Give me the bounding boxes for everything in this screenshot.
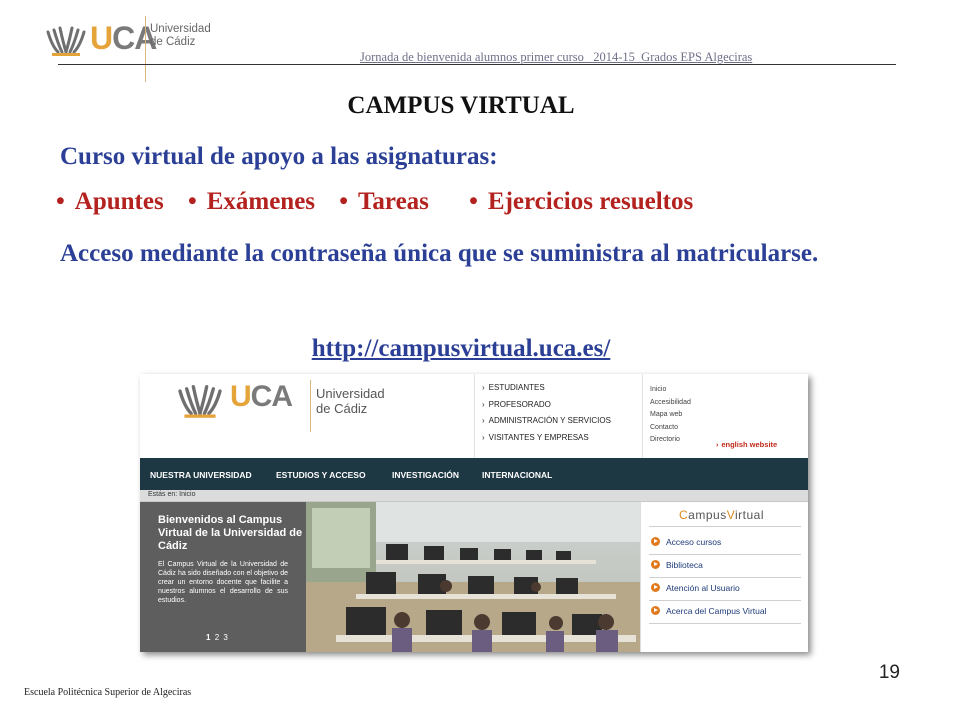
bullet-item-apuntes: Apuntes [74,188,164,215]
quick-link-mapa-web[interactable]: Mapa web [650,411,691,424]
hero-welcome-box: Bienvenidos al Campus Virtual de la Univ… [140,502,306,652]
site-header: UCA Universidad de Cádiz › ESTUDIANTES › P… [140,374,808,458]
site-logo-text[interactable]: UCA [230,380,293,414]
quick-link-inicio[interactable]: Inicio [650,386,691,399]
hero-pagination: 1 2 3 [206,633,228,642]
campus-virtual-panel: CampusVirtual Acceso cursos Biblioteca A… [640,502,808,652]
bullet-item-examenes: Exámenes [206,188,316,215]
header-rule [58,64,896,65]
panel-link-label: Biblioteca [666,560,703,570]
audience-link-administracion[interactable]: › ADMINISTRACIÓN Y SERVICIOS [482,416,611,433]
page-number: 19 [878,662,900,683]
nav-item-investigacion[interactable]: INVESTIGACIÓN [392,470,459,480]
site-main-nav: NUESTRA UNIVERSIDAD ESTUDIOS Y ACCESO IN… [140,458,808,490]
english-website-label: english website [721,440,778,449]
nav-item-nuestra-universidad[interactable]: NUESTRA UNIVERSIDAD [150,470,252,480]
nav-item-internacional[interactable]: INTERNACIONAL [482,470,552,480]
audience-links: › ESTUDIANTES › PROFESORADO › ADMINISTRACIÓ… [482,383,611,449]
audience-link-label: ADMINISTRACIÓN Y SERVICIOS [488,416,611,425]
site-logo-divider [310,380,311,432]
panel-link-label: Atención al Usuario [666,583,740,593]
hero-area: Bienvenidos al Campus Virtual de la Univ… [140,502,808,652]
bullet-dot: • [339,188,349,215]
site-logo-ca: CA [250,380,293,413]
audience-link-label: VISITANTES Y EMPRESAS [488,432,589,442]
site-logo-name-line2: de Cádiz [316,401,368,416]
slide-subtitle: Curso virtual de apoyo a las asignaturas… [60,143,498,170]
arrow-circle-icon [651,606,660,615]
nav-item-estudios-acceso[interactable]: ESTUDIOS Y ACCESO [276,470,366,480]
audience-link-visitantes[interactable]: › VISITANTES Y EMPRESAS [482,433,611,450]
arrow-circle-icon [651,560,660,569]
quick-links: Inicio Accesibilidad Mapa web Contacto D… [650,386,691,449]
panel-link-biblioteca[interactable]: Biblioteca [651,560,703,570]
logo-divider [145,16,146,82]
arrow-circle-icon [651,583,660,592]
breadcrumb-text: Estás en: Inicio [148,491,196,498]
site-logo-u: U [230,380,252,413]
bullet-dot: • [469,188,478,215]
arrow-right-icon: › [482,383,485,392]
arrow-right-icon: › [716,442,719,449]
panel-link-acceso-cursos[interactable]: Acceso cursos [651,537,721,547]
bullet-list: • Apuntes • Exámenes • Tareas • Ejercicios r… [56,188,693,216]
bullet-item-tareas: Tareas [358,188,429,215]
panel-link-acerca[interactable]: Acerca del Campus Virtual [651,606,766,616]
english-website-link[interactable]: › english website [716,440,777,449]
panel-divider [649,623,801,624]
panel-divider [649,600,801,601]
hero-page-3[interactable]: 3 [223,633,227,642]
quick-link-accesibilidad[interactable]: Accesibilidad [650,399,691,412]
arrow-right-icon: › [482,416,485,425]
bullet-dot: • [56,188,65,215]
access-description: Acceso mediante la contraseña única que … [60,240,819,267]
audience-link-profesorado[interactable]: › PROFESORADO [482,400,611,417]
logo-name-line2: de Cádiz [150,36,196,48]
bullet-item-ejercicios: Ejercicios resueltos [487,188,694,215]
panel-link-atencion-usuario[interactable]: Atención al Usuario [651,583,740,593]
campus-virtual-title: CampusVirtual [679,508,764,522]
audience-link-label: ESTUDIANTES [488,383,545,392]
uca-logo-u: U [90,20,113,56]
arrow-right-icon: › [482,432,485,442]
logo-university-name: Universidad de Cádiz [150,23,211,49]
site-logo-icon [178,385,222,418]
arrow-circle-icon [651,537,660,546]
uca-logo: UCA Universidad de Cádiz [44,16,244,82]
quick-link-contacto[interactable]: Contacto [650,424,691,437]
hero-page-2[interactable]: 2 [215,633,219,642]
slide-footer: Escuela Politécnica Superior de Algecira… [24,687,192,698]
cv-title-c: C [679,508,689,522]
panel-divider [649,577,801,578]
uca-logo-text: UCA [90,20,157,57]
site-logo-name: Universidad de Cádiz [316,386,385,416]
panel-link-label: Acceso cursos [666,537,722,547]
audience-link-estudiantes[interactable]: › ESTUDIANTES [482,383,611,400]
panel-link-label: Acerca del Campus Virtual [666,606,767,616]
cv-title-irtual: irtual [735,508,765,522]
audience-link-label: PROFESORADO [488,399,551,409]
site-logo-name-line1: Universidad [316,386,385,401]
quick-link-directorio[interactable]: Directorio [650,436,691,449]
arrow-right-icon: › [482,399,485,409]
computer-lab-photo [306,502,640,652]
logo-name-line1: Universidad [150,23,211,35]
site-header-divider [474,374,475,458]
hero-text: El Campus Virtual de la Universidad de C… [158,561,288,604]
panel-divider [649,554,801,555]
bullet-dot: • [187,188,197,215]
hero-title: Bienvenidos al Campus Virtual de la Univ… [158,514,303,552]
cv-title-ampus: ampus [688,508,727,522]
computer-lab-illustration [306,502,640,652]
panel-divider [649,526,801,527]
uca-logo-icon [46,26,86,56]
slide-title: CAMPUS VIRTUAL [347,92,575,119]
cv-title-v: V [726,508,735,522]
course-header-title: Jornada de bienvenida alumnos primer cur… [360,50,753,64]
hero-page-1[interactable]: 1 [206,633,210,642]
breadcrumb: Estás en: Inicio [140,490,808,502]
site-header-divider [642,374,643,458]
campus-virtual-link[interactable]: http://campusvirtual.uca.es/ [0,335,922,363]
campus-virtual-screenshot: UCA Universidad de Cádiz › ESTUDIANTES › P… [140,374,808,652]
